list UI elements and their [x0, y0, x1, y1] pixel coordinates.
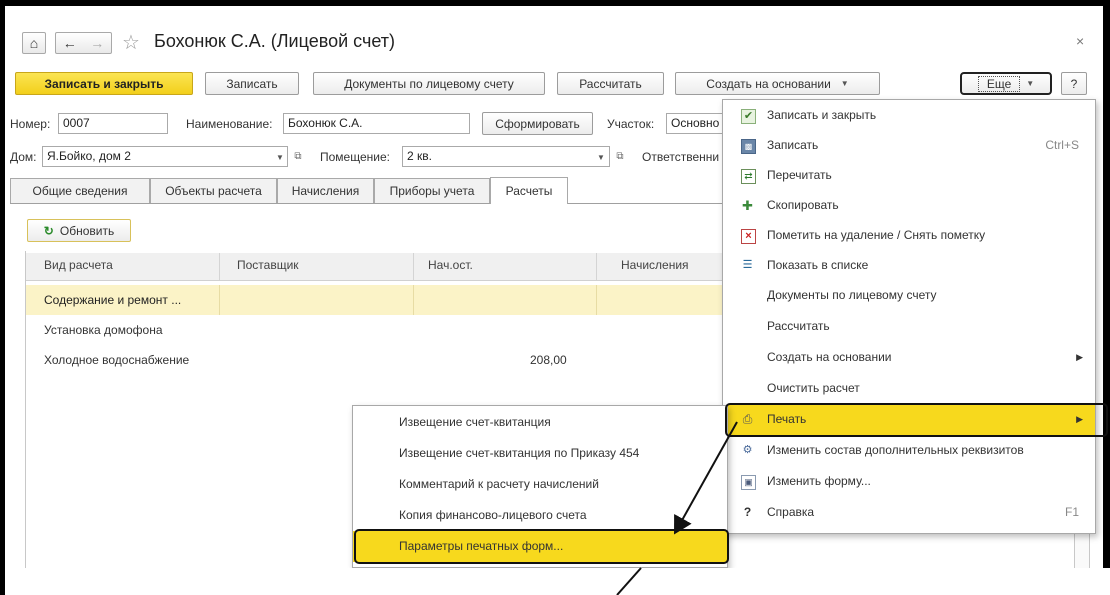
- annotation-arrows: [616, 421, 738, 595]
- pointer-arrow: [674, 421, 738, 535]
- callout-line: [616, 567, 642, 595]
